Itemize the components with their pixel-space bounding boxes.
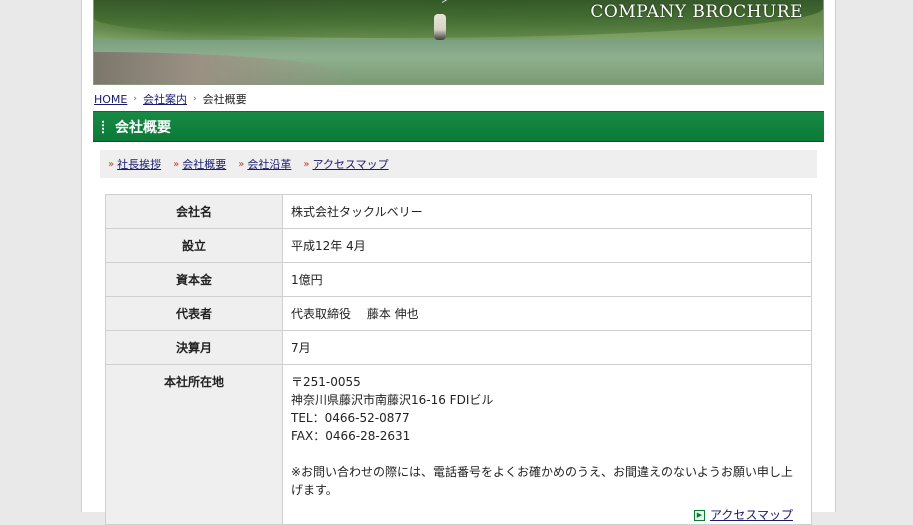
- row-label: 資本金: [105, 262, 283, 297]
- access-map-link-row: ▶ アクセスマップ: [291, 506, 803, 524]
- double-chevron-icon: »: [173, 158, 179, 170]
- subnav-item-greeting: » 社長挨拶: [108, 156, 161, 172]
- row-value: 7月: [282, 330, 812, 365]
- sub-navigation: » 社長挨拶 » 会社概要 » 会社沿革 » アクセスマップ: [100, 150, 817, 178]
- table-row: 資本金 1億円: [105, 262, 812, 297]
- row-label: 決算月: [105, 330, 283, 365]
- row-label: 設立: [105, 228, 283, 263]
- breadcrumb-company-info-link[interactable]: 会社案内: [143, 91, 187, 107]
- subnav-item-history: » 会社沿革: [238, 156, 291, 172]
- page-title: 会社概要: [115, 119, 171, 136]
- double-chevron-icon: »: [238, 158, 244, 170]
- subnav-item-overview: » 会社概要: [173, 156, 226, 172]
- table-row: 設立 平成12年 4月: [105, 228, 812, 263]
- chevron-right-icon: ›: [133, 94, 137, 104]
- row-label: 代表者: [105, 296, 283, 331]
- row-value: 1億円: [282, 262, 812, 297]
- double-chevron-icon: »: [303, 158, 309, 170]
- chevron-right-icon: ›: [192, 94, 197, 104]
- address-value: 〒251-0055 神奈川県藤沢市南藤沢16-16 FDIビル TEL：0466…: [282, 364, 812, 525]
- subnav-link-overview[interactable]: 会社概要: [182, 156, 226, 172]
- table-row: 会社名 株式会社タックルベリー: [105, 194, 812, 229]
- subnav-link-access[interactable]: アクセスマップ: [313, 156, 389, 172]
- double-chevron-icon: »: [108, 158, 114, 170]
- dotted-bar-icon: [101, 119, 105, 134]
- access-map-link[interactable]: アクセスマップ: [710, 506, 793, 524]
- fax-number: FAX：0466-28-2631: [291, 429, 411, 443]
- company-profile-table: 会社名 株式会社タックルベリー 設立 平成12年 4月 資本金 1億円 代表者 …: [105, 194, 812, 525]
- row-value: 代表取締役 藤本 伸也: [282, 296, 812, 331]
- contact-note: ※お問い合わせの際には、電話番号をよくお確かめのうえ、お間違えのないようお願い申…: [291, 465, 793, 497]
- subnav-item-access: » アクセスマップ: [303, 156, 388, 172]
- banner-angler: [434, 14, 446, 40]
- breadcrumb-current: 会社概要: [202, 93, 247, 106]
- page-title-bar: 会社概要: [93, 111, 824, 142]
- table-row: 決算月 7月: [105, 330, 812, 365]
- page-container: COMPANY BROCHURE HOME › 会社案内 › 会社概要 会社概要…: [81, 0, 836, 525]
- row-value: 平成12年 4月: [282, 228, 812, 263]
- phone-number: TEL：0466-52-0877: [291, 411, 410, 425]
- breadcrumb: HOME › 会社案内 › 会社概要: [94, 91, 247, 107]
- postal-code: 〒251-0055: [291, 375, 361, 389]
- row-label: 本社所在地: [105, 364, 283, 525]
- arrow-box-icon: ▶: [693, 509, 705, 521]
- subnav-link-greeting[interactable]: 社長挨拶: [117, 156, 161, 172]
- breadcrumb-home-link[interactable]: HOME: [94, 93, 127, 106]
- row-label: 会社名: [105, 194, 283, 229]
- street-address: 神奈川県藤沢市南藤沢16-16 FDIビル: [291, 393, 494, 407]
- row-value: 株式会社タックルベリー: [282, 194, 812, 229]
- brochure-label: COMPANY BROCHURE: [590, 2, 803, 22]
- header-banner: COMPANY BROCHURE: [93, 0, 824, 85]
- table-row: 代表者 代表取締役 藤本 伸也: [105, 296, 812, 331]
- subnav-link-history[interactable]: 会社沿革: [247, 156, 291, 172]
- table-row-address: 本社所在地 〒251-0055 神奈川県藤沢市南藤沢16-16 FDIビル TE…: [105, 364, 812, 525]
